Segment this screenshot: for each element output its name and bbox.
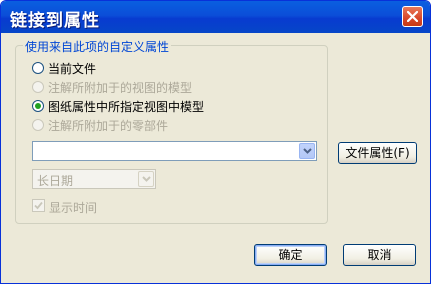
radio-annotation-component-label[interactable]: 注解所附加于的零部件 xyxy=(48,117,168,134)
date-format-dropdown-button[interactable] xyxy=(138,171,154,187)
date-format-value: 长日期 xyxy=(37,174,74,188)
property-select[interactable] xyxy=(32,141,317,161)
radio-selected-dot xyxy=(35,103,41,109)
cancel-button[interactable]: 取消 xyxy=(343,244,416,266)
chevron-down-icon xyxy=(142,176,151,182)
checkmark-icon xyxy=(34,201,43,210)
file-properties-button[interactable]: 文件属性(F) xyxy=(338,142,417,164)
show-time-checkbox[interactable] xyxy=(32,199,45,212)
radio-drawing-view-model[interactable] xyxy=(32,100,44,112)
radio-annotation-component[interactable] xyxy=(32,119,44,131)
property-select-dropdown-button[interactable] xyxy=(299,143,315,159)
dialog-title: 链接到属性 xyxy=(10,11,100,31)
ok-button[interactable]: 确定 xyxy=(254,244,327,266)
group-legend: 使用来自此项的自定义属性 xyxy=(23,38,172,55)
date-format-select[interactable]: 长日期 xyxy=(32,169,156,189)
close-icon xyxy=(407,11,418,22)
show-time-label[interactable]: 显示时间 xyxy=(49,199,97,216)
radio-drawing-view-model-label[interactable]: 图纸属性中所指定视图中模型 xyxy=(48,98,204,115)
chevron-down-icon xyxy=(303,148,312,154)
radio-current-file-label[interactable]: 当前文件 xyxy=(48,60,96,77)
dialog-window: 链接到属性 使用来自此项的自定义属性 当前文件 注解所附加于的视图的模型 图纸属… xyxy=(0,0,431,284)
radio-annotation-view-model-label[interactable]: 注解所附加于的视图的模型 xyxy=(48,79,192,96)
radio-annotation-view-model[interactable] xyxy=(32,81,44,93)
radio-current-file[interactable] xyxy=(32,62,44,74)
close-button[interactable] xyxy=(402,6,423,27)
title-bar[interactable]: 链接到属性 xyxy=(1,1,430,33)
